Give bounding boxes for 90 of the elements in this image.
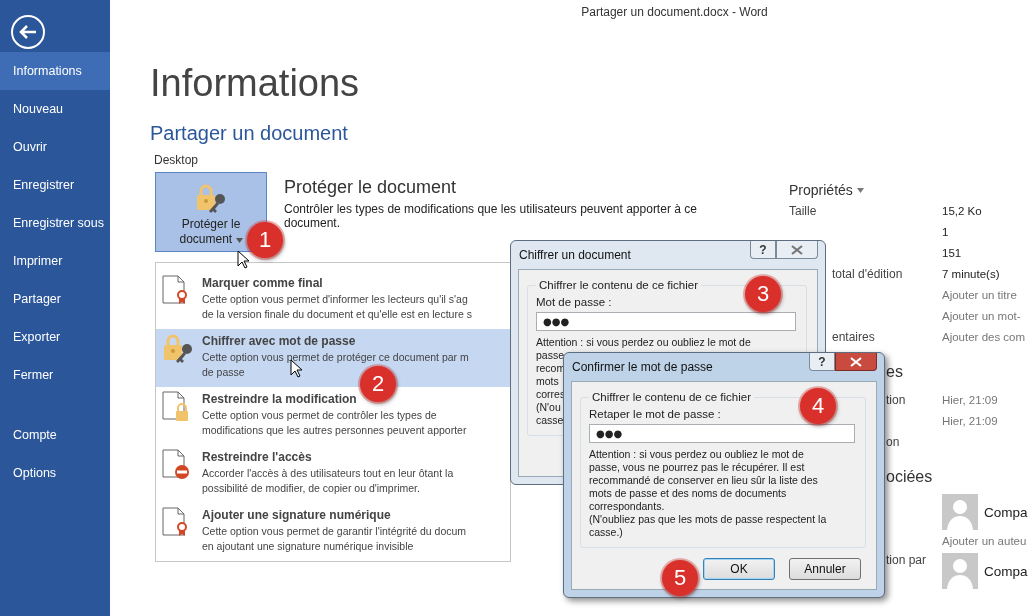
sidebar-item[interactable]: Ouvrir <box>0 128 110 166</box>
menu-item-description: de la version finale du document et qu'elle est en lecture s <box>202 307 472 322</box>
person-name: Compa <box>984 563 1028 579</box>
caret-icon <box>235 238 243 243</box>
document-name: Partager un document <box>150 121 349 146</box>
sidebar-item[interactable]: Informations <box>0 52 110 90</box>
warning-text: passe, vous ne pourrez pas le récupérer. Il est <box>589 461 805 474</box>
dialog-title: Confirmer le mot de passe <box>571 360 714 374</box>
password-field[interactable]: ●●● <box>536 312 796 331</box>
dialog-title: Chiffrer un document <box>518 248 632 262</box>
sidebar-item[interactable]: Compte <box>0 416 110 454</box>
sidebar-item[interactable]: Imprimer <box>0 242 110 280</box>
step-badge: 1 <box>247 222 283 258</box>
password-field[interactable]: ●●● <box>589 424 855 443</box>
sidebar-item[interactable]: Enregistrer sous <box>0 204 110 242</box>
close-icon <box>791 244 803 255</box>
sidebar-item[interactable]: Options <box>0 454 110 492</box>
menu-item-title: Restreindre la modification <box>202 391 357 408</box>
warning-text: mots de passe et des noms de documents <box>589 487 787 500</box>
menu-item-description: Cette option vous permet de contrôler les types de <box>202 408 437 423</box>
warning-text: (N'ou <box>536 401 561 414</box>
menu-item-description: Cette option vous permet de protéger ce document par m <box>202 350 469 365</box>
property-value: 7 minute(s) <box>942 267 1001 280</box>
lock-key-icon <box>195 183 227 215</box>
warning-text: Attention : si vous perdez ou oubliez le mot de <box>589 448 804 461</box>
menu-item[interactable]: Marquer comme final Cette option vous permet d'informer les lecteurs qu'il s'ag de la version finale du document et qu'elle est en lecture s <box>156 271 510 329</box>
sidebar-item[interactable]: Nouveau <box>0 90 110 128</box>
section-heading: ociées <box>886 468 933 487</box>
section-heading: es <box>886 363 903 382</box>
person-name: Compa <box>984 504 1028 520</box>
warning-text: correspondants. <box>589 500 665 513</box>
document-location: Desktop <box>154 152 200 168</box>
field-label: Retaper le mot de passe : <box>589 407 721 422</box>
menu-item-description: possibilité de modifier, de copier ou d'imprimer. <box>202 481 420 496</box>
property-value[interactable]: Hier, 21:09 <box>942 393 1029 406</box>
menu-item-description: modifications que les autres personnes peuvent apporter <box>202 423 467 438</box>
property-value[interactable]: Ajouter un auteu <box>942 534 1029 547</box>
property-label: entaires <box>832 329 875 344</box>
sidebar-item[interactable]: Exporter <box>0 318 110 356</box>
property-value[interactable]: Hier, 21:09 <box>942 414 1029 427</box>
field-label: Mot de passe : <box>536 295 612 310</box>
menu-item-title: Restreindre l'accès <box>202 449 312 466</box>
menu-item-title: Marquer comme final <box>202 275 323 292</box>
back-icon[interactable] <box>10 14 46 50</box>
menu-item-title: Chiffrer avec mot de passe <box>202 333 356 350</box>
warning-text: mots <box>536 375 559 388</box>
warning-text: recommandé de conserver en lieu sûr la liste des <box>589 474 818 487</box>
menu-item-description: Cette option vous permet d'informer les lecteurs qu'il s'ag <box>202 292 468 307</box>
sidebar-item[interactable]: Partager <box>0 280 110 318</box>
window-title: Partager un document.docx - Word <box>580 4 769 21</box>
caret-icon[interactable] <box>856 187 864 193</box>
properties-title[interactable]: Propriétés <box>789 182 853 198</box>
sidebar-item[interactable]: Fermer <box>0 356 110 394</box>
dialog-button[interactable]: OK <box>703 558 775 580</box>
warning-text: casse.) <box>589 526 623 539</box>
property-label: on <box>886 434 900 449</box>
menu-item-description: Cette option vous permet de garantir l'intégrité du docum <box>202 524 467 539</box>
menu-item[interactable]: Restreindre l'accès Accorder l'accès à des utilisateurs tout en leur ôtant la possibilité de modifier, de copier ou d'imprimer. <box>156 445 510 503</box>
avatar-icon <box>942 553 978 589</box>
warning-text: casse <box>536 414 564 427</box>
property-value[interactable]: Ajouter un titre <box>942 288 1029 301</box>
page-title: Informations <box>150 61 361 106</box>
property-value[interactable]: Ajouter un mot- <box>942 309 1029 322</box>
menu-item-title: Ajouter une signature numérique <box>202 507 391 524</box>
section-title: Protéger le document <box>284 176 458 198</box>
property-label: tion <box>886 392 906 407</box>
help-button[interactable]: ? <box>809 353 835 371</box>
close-icon <box>850 356 862 367</box>
menu-item-description: en ajoutant une signature numérique invisible <box>202 539 414 554</box>
property-value: 1 <box>942 225 950 238</box>
property-label: Taille <box>789 203 817 218</box>
dialog-button[interactable]: Annuler <box>789 558 861 580</box>
property-value: 15,2 Ko <box>942 204 983 217</box>
sidebar-item[interactable]: Enregistrer <box>0 166 110 204</box>
group-label: Chiffrer le contenu de ce fichier <box>538 279 699 291</box>
property-value: 151 <box>942 246 963 259</box>
menu-item-description: de passe <box>202 365 245 380</box>
menu-item-description: Accorder l'accès à des utilisateurs tout en leur ôtant la <box>202 466 454 481</box>
section-description: Contrôler les types de modifications que les utilisateurs peuvent apporter à ce document. <box>284 202 698 230</box>
close-button[interactable] <box>835 353 877 371</box>
avatar-icon <box>942 494 978 530</box>
property-label: tion par <box>886 553 927 567</box>
lock-key-icon <box>162 333 194 365</box>
group-label: Chiffrer le contenu de ce fichier <box>591 391 752 403</box>
property-label: total d'édition <box>832 266 903 281</box>
menu-item[interactable]: Ajouter une signature numérique Cette option vous permet de garantir l'intégrité du docum en ajoutant une signature numérique invisible <box>156 503 510 561</box>
warning-text: (N'oubliez pas que les mots de passe respectent la <box>589 513 827 526</box>
warning-text: passe <box>536 349 565 362</box>
property-value[interactable]: Ajouter des com <box>942 330 1029 343</box>
warning-text: Attention : si vous perdez ou oubliez le mot de <box>536 336 751 349</box>
